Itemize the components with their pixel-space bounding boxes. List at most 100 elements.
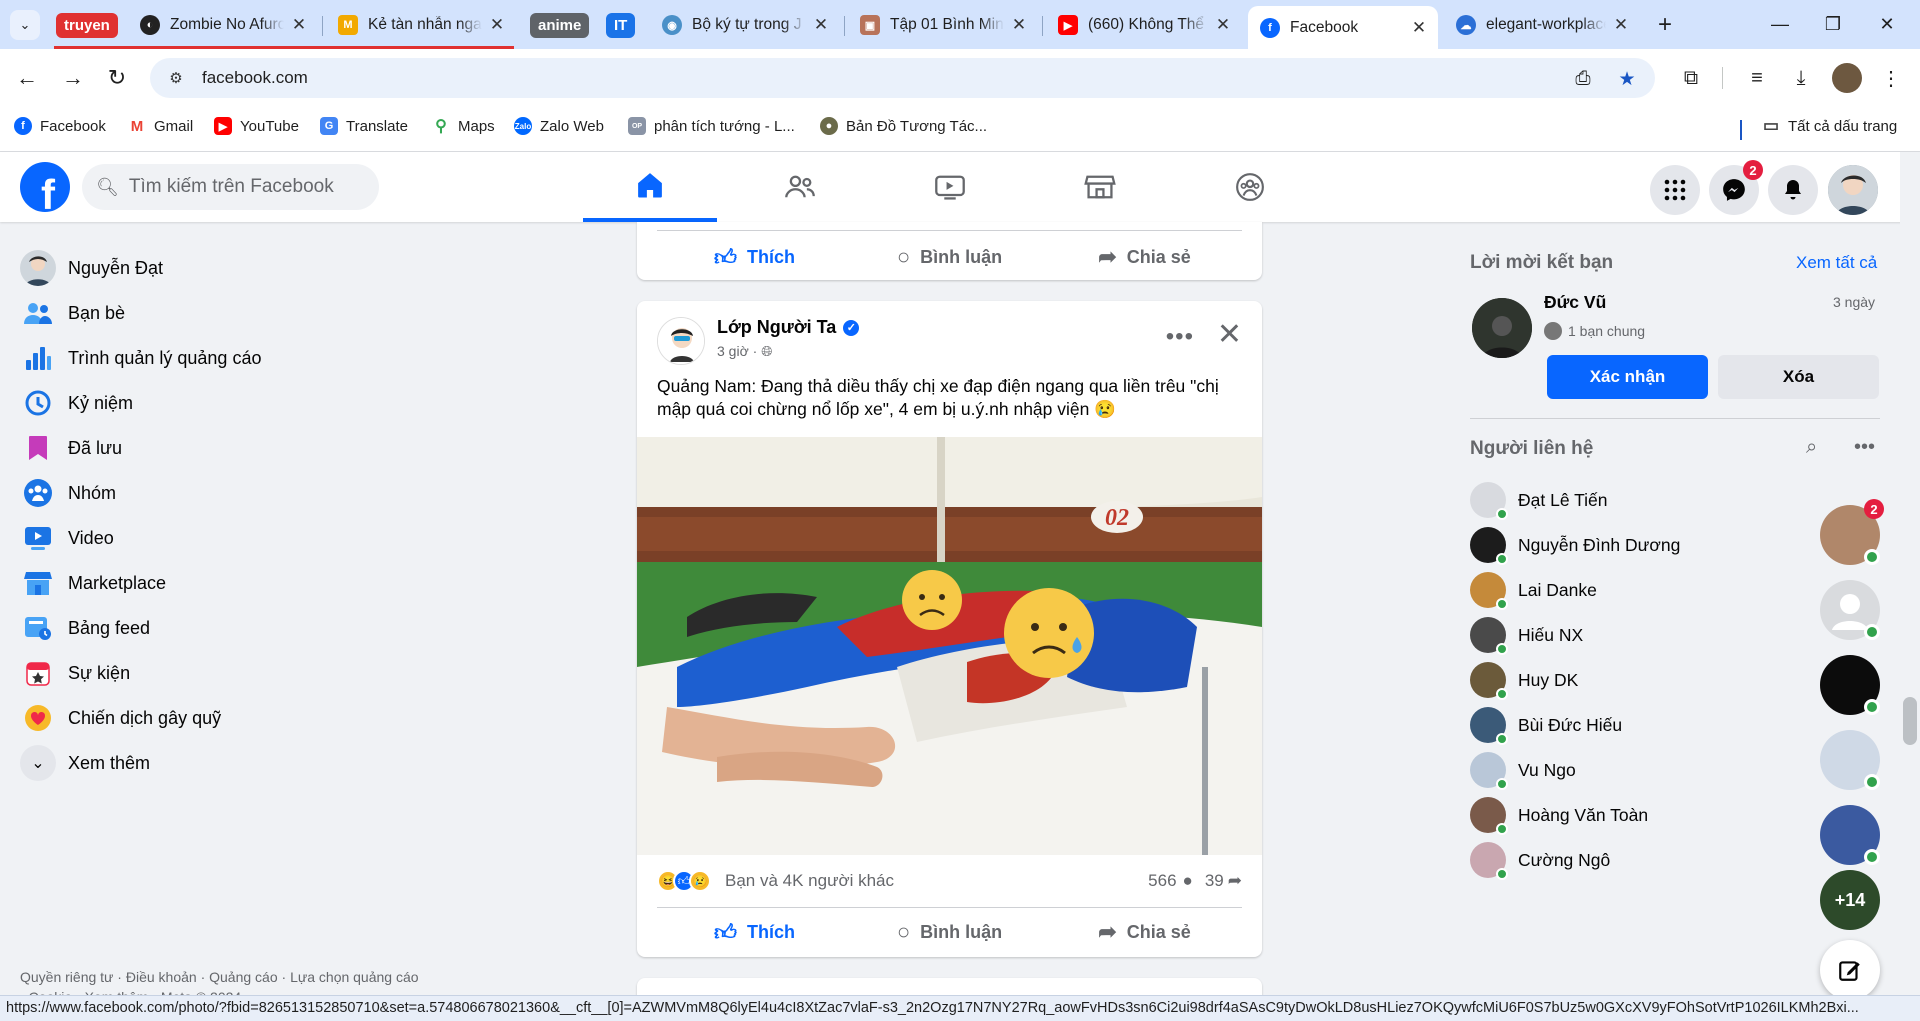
bookmark-maps[interactable]: ⚲ Maps (432, 117, 495, 135)
bookmark-gmail[interactable]: M Gmail (128, 117, 193, 135)
sidebar-item-fundraisers[interactable]: Chiến dịch gây quỹ (20, 696, 221, 740)
tab-binh-minh[interactable]: ▣ Tập 01 Bình Minh ✕ (848, 8, 1038, 42)
comment-button[interactable]: ○ Bình luận (852, 232, 1047, 282)
contact-item[interactable]: Bùi Đức Hiếu (1470, 703, 1622, 747)
sidebar-item-feeds[interactable]: Bảng feed (20, 606, 150, 650)
tab-zombie[interactable]: ◐ Zombie No Afuro ✕ (128, 8, 318, 42)
scrollbar-thumb[interactable] (1903, 697, 1917, 745)
install-app-icon[interactable]: ⎙ (1570, 66, 1596, 92)
back-button[interactable]: ← (10, 61, 44, 95)
new-tab-button[interactable]: + (1650, 10, 1680, 40)
contacts-options-icon[interactable]: ••• (1854, 436, 1875, 459)
scrollbar-track[interactable] (1900, 152, 1920, 995)
contact-item[interactable]: Đạt Lê Tiến (1470, 478, 1608, 522)
tab-group-anime[interactable]: anime (524, 8, 594, 42)
post-author[interactable]: Lớp Người Ta ✓ (717, 317, 860, 338)
share-button[interactable]: ➦ Chia sẻ (1047, 907, 1242, 957)
post-time[interactable]: 3 giờ (717, 343, 749, 359)
nav-video[interactable] (883, 152, 1017, 222)
forward-button[interactable]: → (56, 61, 90, 95)
post-photo[interactable]: 02 (637, 437, 1262, 855)
nav-home[interactable] (583, 152, 717, 222)
close-tab-icon[interactable]: ✕ (488, 15, 506, 35)
profile-avatar-icon[interactable] (1832, 63, 1862, 93)
close-tab-icon[interactable]: ✕ (1214, 15, 1232, 35)
bookmark-translate[interactable]: G Translate (320, 117, 408, 135)
facebook-search-box[interactable]: 🔍︎ Tìm kiếm trên Facebook (82, 164, 379, 210)
like-button[interactable]: 👍︎ Thích (657, 907, 852, 957)
close-tab-icon[interactable]: ✕ (1010, 15, 1028, 35)
sidebar-item-ads-manager[interactable]: Trình quản lý quảng cáo (20, 336, 261, 380)
sidebar-item-see-more[interactable]: ⌄ Xem thêm (20, 741, 150, 785)
tab-search-button[interactable]: ⌄ (10, 10, 40, 40)
reload-button[interactable]: ↻ (100, 61, 134, 95)
tab-group-truyen[interactable]: truyen (50, 8, 122, 42)
contact-item[interactable]: Cường Ngô (1470, 838, 1610, 882)
close-tab-icon[interactable]: ✕ (1612, 15, 1630, 35)
bookmark-facebook[interactable]: f Facebook (14, 117, 106, 135)
sidebar-item-memories[interactable]: Kỷ niệm (20, 381, 133, 425)
nav-groups[interactable] (1183, 152, 1317, 222)
chat-head[interactable] (1820, 805, 1880, 865)
close-tab-icon[interactable]: ✕ (812, 15, 830, 35)
request-avatar[interactable] (1472, 298, 1532, 358)
sidebar-item-saved[interactable]: Đã lưu (20, 426, 122, 470)
sidebar-item-video[interactable]: Video (20, 516, 114, 560)
shares-count[interactable]: 39 (1205, 871, 1224, 891)
bookmark-ban-do[interactable]: ● Bản Đồ Tương Tác... (820, 117, 987, 135)
sidebar-item-friends[interactable]: Bạn bè (20, 291, 125, 335)
extensions-icon[interactable]: ⧉ (1676, 63, 1706, 93)
all-bookmarks-folder[interactable]: ▭ Tất cả dấu trang (1762, 116, 1897, 135)
bookmark-phan-tich[interactable]: OP phân tích tướng - L... (628, 117, 795, 135)
close-window-icon[interactable]: ✕ (1862, 8, 1912, 40)
post-options-icon[interactable]: ••• (1166, 323, 1194, 351)
tab-youtube[interactable]: ▶ (660) Không Thể ✕ (1046, 8, 1242, 42)
see-all-requests-link[interactable]: Xem tất cả (1796, 253, 1877, 273)
browser-menu-icon[interactable]: ⋮ (1876, 63, 1906, 93)
downloads-icon[interactable]: ⤓ (1786, 63, 1816, 93)
like-button[interactable]: 👍︎ Thích (657, 232, 852, 282)
contact-item[interactable]: Hoàng Văn Toàn (1470, 793, 1648, 837)
more-chats-button[interactable]: +14 (1820, 870, 1880, 930)
bookmark-zalo[interactable]: Zalo Zalo Web (514, 117, 604, 135)
sidebar-item-groups[interactable]: Nhóm (20, 471, 116, 515)
chat-head[interactable] (1820, 730, 1880, 790)
facebook-logo-icon[interactable]: f (20, 162, 70, 212)
bookmark-youtube[interactable]: ▶ YouTube (214, 117, 299, 135)
nav-friends[interactable] (733, 152, 867, 222)
tab-facebook-active[interactable]: f Facebook ✕ (1248, 6, 1438, 49)
chat-head[interactable] (1820, 580, 1880, 640)
contact-item[interactable]: Huy DK (1470, 658, 1578, 702)
sidebar-item-marketplace[interactable]: Marketplace (20, 561, 166, 605)
nav-marketplace[interactable] (1033, 152, 1167, 222)
new-message-button[interactable] (1820, 940, 1880, 1000)
address-bar[interactable]: ⚙ facebook.com ⎙ ★ (150, 58, 1655, 98)
media-controls-icon[interactable]: ≡ (1742, 63, 1772, 93)
close-tab-icon[interactable]: ✕ (1410, 18, 1428, 38)
contact-item[interactable]: Vu Ngo (1470, 748, 1576, 792)
contact-item[interactable]: Nguyễn Đình Dương (1470, 523, 1680, 567)
page-avatar[interactable] (657, 317, 705, 365)
comments-count[interactable]: 566 (1148, 871, 1176, 891)
chat-head[interactable]: 2 (1820, 499, 1884, 565)
tab-group-it[interactable]: IT (600, 8, 644, 42)
reactions-count[interactable]: Bạn và 4K người khác (725, 871, 894, 891)
chat-head[interactable] (1820, 655, 1880, 715)
bookmark-star-icon[interactable]: ★ (1614, 66, 1640, 92)
minimize-icon[interactable]: — (1755, 8, 1805, 40)
close-tab-icon[interactable]: ✕ (290, 15, 308, 35)
delete-button[interactable]: Xóa (1718, 355, 1879, 399)
notifications-button[interactable] (1768, 165, 1818, 215)
tab-elegant-workplace[interactable]: ☁ elegant-workplace ✕ (1444, 8, 1640, 42)
comment-button[interactable]: ○ Bình luận (852, 907, 1047, 957)
request-name[interactable]: Đức Vũ (1544, 292, 1606, 313)
hide-post-icon[interactable]: ✕ (1217, 317, 1242, 352)
share-button[interactable]: ➦ Chia sẻ (1047, 232, 1242, 282)
menu-grid-button[interactable] (1650, 165, 1700, 215)
confirm-button[interactable]: Xác nhận (1547, 355, 1708, 399)
account-avatar[interactable] (1828, 165, 1878, 215)
restore-icon[interactable]: ❐ (1808, 8, 1858, 40)
sidebar-item-profile[interactable]: Nguyễn Đạt (20, 246, 163, 290)
sidebar-item-events[interactable]: Sự kiện (20, 651, 130, 695)
contact-item[interactable]: Lai Danke (1470, 568, 1597, 612)
